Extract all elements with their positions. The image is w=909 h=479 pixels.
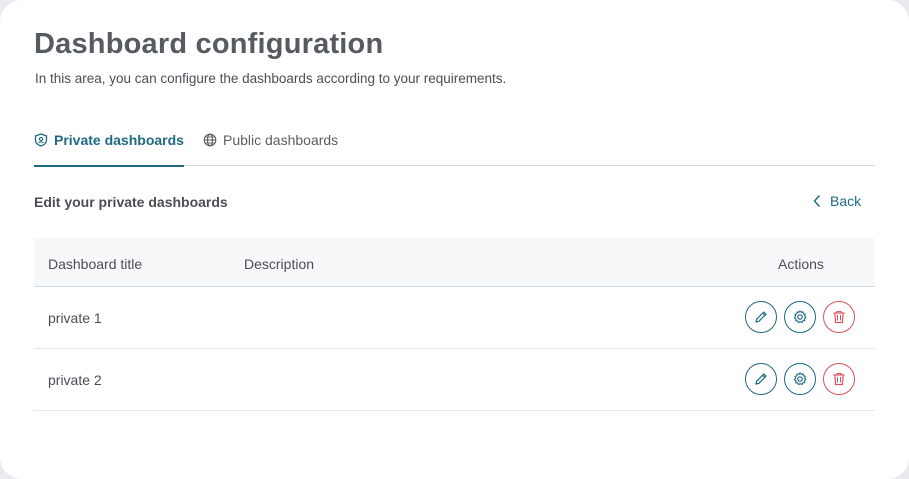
tab-bar: Private dashboards Public dashboards xyxy=(34,124,875,167)
gear-icon xyxy=(793,372,807,386)
pencil-icon xyxy=(755,373,767,385)
shield-icon xyxy=(34,133,48,147)
tab-public-label: Public dashboards xyxy=(223,132,339,148)
page-title: Dashboard configuration xyxy=(34,28,384,60)
settings-button[interactable] xyxy=(784,363,816,395)
delete-button[interactable] xyxy=(823,363,855,395)
back-label: Back xyxy=(830,193,862,209)
tab-private-dashboards[interactable]: Private dashboards xyxy=(34,124,184,167)
section-title: Edit your private dashboards xyxy=(34,194,228,210)
table-row: private 1 xyxy=(34,287,875,349)
column-header-title: Dashboard title xyxy=(48,256,143,272)
delete-button[interactable] xyxy=(823,301,855,333)
page-subtitle: In this area, you can configure the dash… xyxy=(35,71,507,86)
edit-button[interactable] xyxy=(745,301,777,333)
column-header-description: Description xyxy=(244,256,315,272)
tab-private-label: Private dashboards xyxy=(54,132,184,148)
row-actions xyxy=(745,301,855,333)
globe-icon xyxy=(203,133,217,147)
config-card: Dashboard configuration In this area, yo… xyxy=(0,0,909,479)
pencil-icon xyxy=(755,311,767,323)
trash-icon xyxy=(833,372,845,386)
dashboard-title-cell: private 1 xyxy=(48,310,102,326)
trash-icon xyxy=(833,310,845,324)
column-header-actions: Actions xyxy=(778,256,824,272)
table-row: private 2 xyxy=(34,349,875,411)
dashboards-table: Dashboard title Description Actions priv… xyxy=(34,238,875,411)
dashboard-title-cell: private 2 xyxy=(48,372,102,388)
row-actions xyxy=(745,363,855,395)
back-button[interactable]: Back xyxy=(812,193,861,209)
chevron-left-icon xyxy=(813,195,821,207)
edit-button[interactable] xyxy=(745,363,777,395)
settings-button[interactable] xyxy=(784,301,816,333)
tab-public-dashboards[interactable]: Public dashboards xyxy=(203,124,338,166)
gear-icon xyxy=(793,310,807,324)
table-header: Dashboard title Description Actions xyxy=(34,238,875,287)
